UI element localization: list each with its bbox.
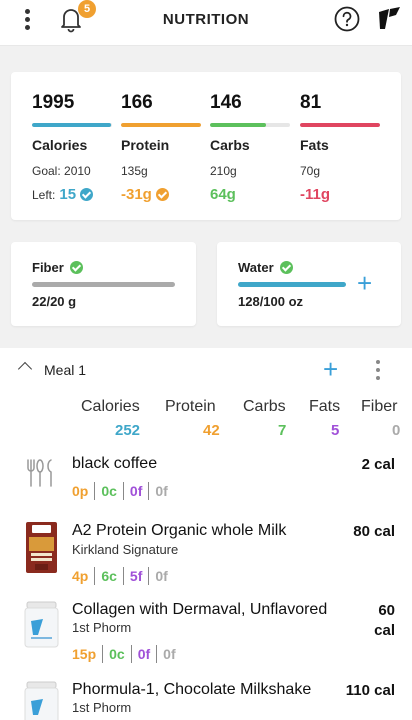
totals-calories: 252 [115, 422, 141, 439]
food-protein: 15p [72, 645, 104, 663]
food-name: Collagen with Dermaval, Unflavored [72, 601, 328, 618]
food-carbs: 6c [95, 567, 124, 585]
food-calories: 2 cal [361, 456, 395, 473]
water-title: Water [238, 260, 293, 275]
add-water-button[interactable]: + [357, 270, 372, 296]
totals-header-calories: Calories [81, 398, 140, 415]
calories-progress-bar [32, 123, 112, 127]
fats-progress-bar [300, 123, 380, 127]
supplement-tub-icon [23, 601, 60, 648]
fats-progress-fill [300, 123, 380, 127]
food-calories: 60 cal [374, 601, 395, 641]
fiber-progress-bar [32, 282, 175, 287]
totals-carbs: 7 [278, 422, 287, 439]
meal-header[interactable]: Meal 1 + [0, 348, 412, 392]
milk-carton-icon [26, 522, 57, 573]
utensils-icon [24, 457, 56, 494]
food-name: A2 Protein Organic whole Milk [72, 522, 287, 539]
food-brand: 1st Phorm [72, 700, 132, 715]
fats-label: Fats [300, 137, 329, 153]
fats-left-value: -11g [300, 186, 331, 203]
food-calories: 80 cal [353, 523, 395, 540]
meal-name: Meal 1 [44, 362, 87, 378]
totals-header-fats: Fats [309, 398, 341, 415]
calories-left-value: 15 [59, 186, 77, 203]
carbs-progress-fill [210, 123, 266, 127]
totals-header-carbs: Carbs [243, 398, 286, 415]
totals-fats: 5 [331, 422, 340, 439]
calories-progress-fill [32, 123, 112, 127]
brand-logo-icon[interactable] [376, 6, 402, 32]
food-macros: 4p 6c 5f 0f [72, 567, 174, 585]
fiber-card[interactable]: Fiber 22/20 g [11, 242, 196, 326]
food-fiber: 0f [155, 483, 168, 499]
add-food-button[interactable]: + [323, 356, 338, 382]
carbs-value: 146 [210, 92, 242, 113]
food-protein: 4p [72, 567, 96, 585]
food-macros: 15p 0c 0f 0f [72, 645, 182, 663]
food-brand: Kirkland Signature [72, 542, 179, 557]
protein-value: 166 [121, 92, 153, 113]
food-name: Phormula-1, Chocolate Milkshake [72, 681, 312, 698]
food-carbs: 0c [103, 645, 132, 663]
fats-value: 81 [300, 92, 322, 113]
calories-left: Left: 15 [32, 186, 94, 203]
help-icon[interactable] [334, 6, 360, 32]
supplement-tub-icon [23, 681, 60, 720]
protein-progress-fill [121, 123, 201, 127]
fiber-label: Fiber [32, 260, 64, 275]
food-carbs: 0c [95, 482, 124, 500]
fats-left: -11g [300, 186, 330, 203]
summary-area: 1995 Calories Goal: 2010 Left: 15 166 Pr… [0, 46, 412, 348]
calories-left-prefix: Left: [32, 187, 56, 202]
water-label: Water [238, 260, 274, 275]
food-fats: 0f [124, 482, 150, 500]
carbs-label: Carbs [210, 137, 250, 153]
food-protein: 0p [72, 482, 96, 500]
totals-header-fiber: Fiber [361, 398, 398, 415]
food-calories-value: 60 [378, 602, 395, 619]
water-progress-bar [238, 282, 346, 287]
more-vertical-icon[interactable] [374, 360, 382, 384]
fiber-value: 22/20 g [32, 294, 77, 309]
food-fats: 5f [124, 567, 150, 585]
check-circle-icon [80, 188, 94, 201]
food-name: black coffee [72, 455, 158, 472]
food-fats: 0f [132, 645, 158, 663]
food-calories-unit: cal [374, 622, 395, 639]
carbs-left-value: 64g [210, 186, 236, 203]
top-bar: 5 NUTRITION [0, 0, 412, 46]
water-card[interactable]: Water 128/100 oz + [217, 242, 401, 326]
fats-goal: 70g [300, 164, 321, 178]
water-value: 128/100 oz [238, 294, 304, 309]
macro-summary-card[interactable]: 1995 Calories Goal: 2010 Left: 15 166 Pr… [11, 72, 401, 220]
carbs-progress-bar [210, 123, 290, 127]
carbs-goal: 210g [210, 164, 237, 178]
food-brand: 1st Phorm [72, 620, 132, 635]
calories-label: Calories [32, 137, 88, 153]
protein-progress-bar [121, 123, 201, 127]
totals-header-protein: Protein [165, 398, 216, 415]
protein-goal: 135g [121, 164, 148, 178]
protein-left-value: -31g [121, 186, 152, 203]
check-circle-icon [155, 188, 169, 201]
food-fiber: 0f [163, 646, 176, 662]
check-circle-icon [279, 261, 293, 274]
check-circle-icon [69, 261, 83, 274]
chevron-up-icon[interactable] [17, 361, 33, 377]
calories-goal: Goal: 2010 [32, 164, 91, 178]
protein-label: Protein [121, 137, 170, 153]
food-calories: 110 cal [345, 682, 395, 699]
calories-value: 1995 [32, 92, 75, 113]
food-macros: 0p 0c 0f 0f [72, 482, 174, 500]
protein-left: -31g [121, 186, 169, 203]
totals-fiber: 0 [392, 422, 401, 439]
fiber-title: Fiber [32, 260, 83, 275]
carbs-left: 64g [210, 186, 236, 203]
totals-protein: 42 [203, 422, 220, 439]
food-fiber: 0f [155, 568, 168, 584]
